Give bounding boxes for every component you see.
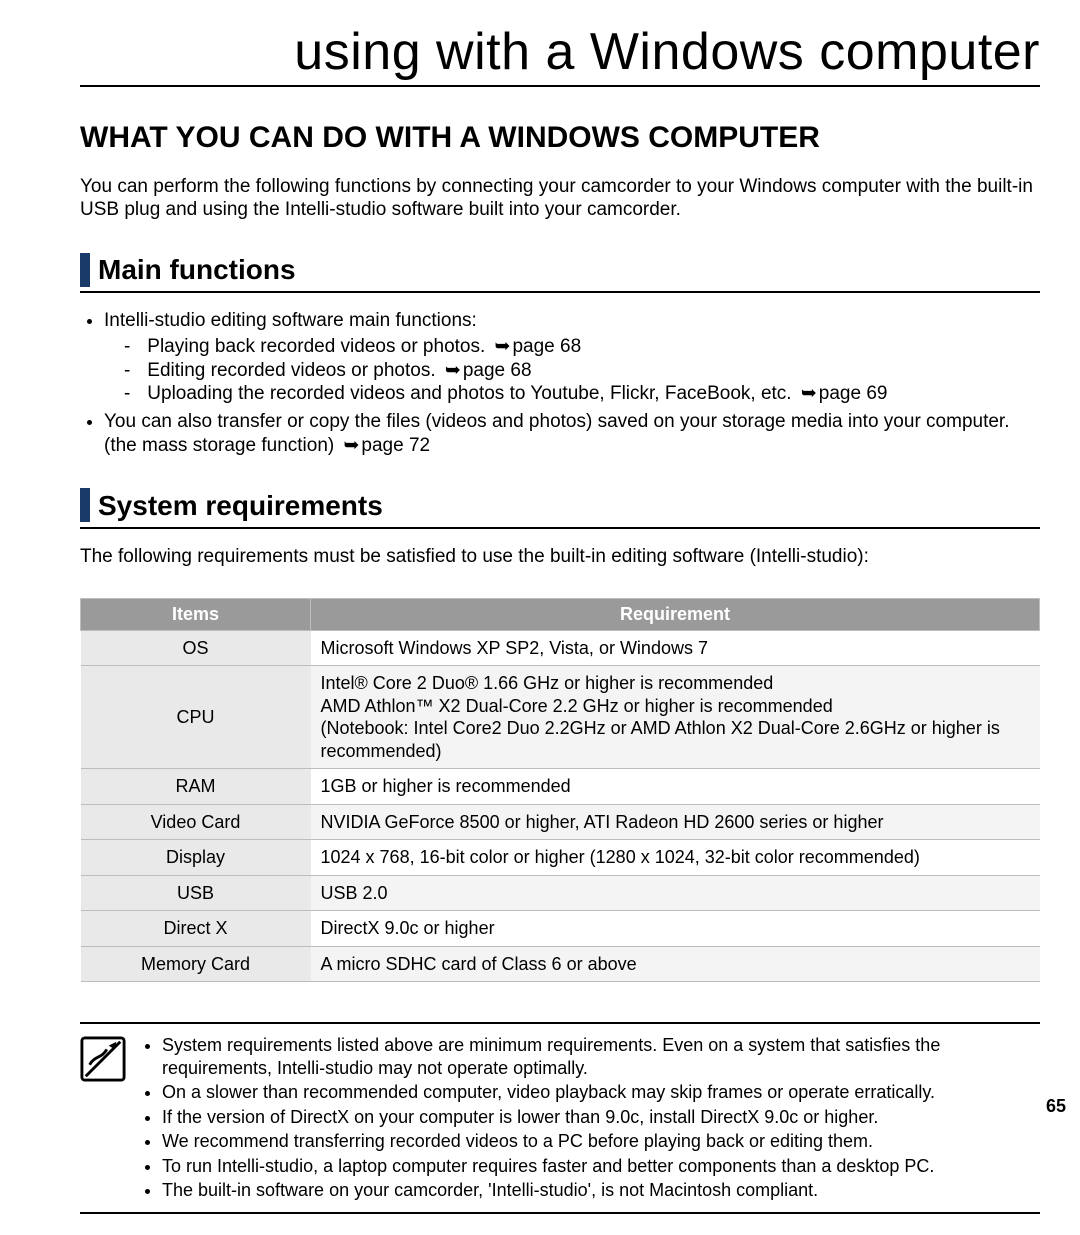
notes-list: System requirements listed above are min…	[142, 1032, 1040, 1204]
note-item: System requirements listed above are min…	[162, 1034, 1040, 1079]
table-row: Memory CardA micro SDHC card of Class 6 …	[81, 946, 1040, 982]
page-ref: page 68	[441, 360, 532, 381]
table-row: OSMicrosoft Windows XP SP2, Vista, or Wi…	[81, 630, 1040, 666]
list-item: Intelli-studio editing software main fun…	[104, 309, 1040, 406]
table-cell-item: Video Card	[81, 804, 311, 840]
col-header-requirement: Requirement	[311, 599, 1040, 631]
table-cell-item: USB	[81, 875, 311, 911]
section-intro: You can perform the following functions …	[80, 175, 1040, 223]
table-cell-requirement: 1GB or higher is recommended	[311, 769, 1040, 805]
table-cell-requirement: A micro SDHC card of Class 6 or above	[311, 946, 1040, 982]
table-cell-requirement: 1024 x 768, 16-bit color or higher (1280…	[311, 840, 1040, 876]
manual-page: using with a Windows computer WHAT YOU C…	[0, 0, 1080, 1235]
subheading-label: System requirements	[98, 488, 383, 523]
table-cell-requirement: USB 2.0	[311, 875, 1040, 911]
table-header-row: Items Requirement	[81, 599, 1040, 631]
heading-bar-icon	[80, 488, 90, 522]
list-item: Playing back recorded videos or photos. …	[124, 335, 1040, 359]
list-item-text: Intelli-studio editing software main fun…	[104, 310, 477, 331]
list-item: Editing recorded videos or photos. page …	[124, 359, 1040, 383]
requirements-table: Items Requirement OSMicrosoft Windows XP…	[80, 598, 1040, 982]
page-ref: page 68	[491, 336, 582, 357]
table-row: RAM1GB or higher is recommended	[81, 769, 1040, 805]
table-row: Display1024 x 768, 16-bit color or highe…	[81, 840, 1040, 876]
note-item: On a slower than recommended computer, v…	[162, 1081, 1040, 1104]
table-cell-item: CPU	[81, 666, 311, 769]
note-item: If the version of DirectX on your comput…	[162, 1106, 1040, 1129]
table-cell-requirement: NVIDIA GeForce 8500 or higher, ATI Radeo…	[311, 804, 1040, 840]
list-item-text: Playing back recorded videos or photos.	[147, 336, 485, 357]
table-cell-item: Direct X	[81, 911, 311, 947]
page-ref: page 72	[340, 435, 431, 456]
table-cell-requirement: Microsoft Windows XP SP2, Vista, or Wind…	[311, 630, 1040, 666]
table-row: Video CardNVIDIA GeForce 8500 or higher,…	[81, 804, 1040, 840]
table-cell-item: Display	[81, 840, 311, 876]
note-item: We recommend transferring recorded video…	[162, 1130, 1040, 1153]
subheading-label: Main functions	[98, 252, 296, 287]
chapter-title: using with a Windows computer	[80, 20, 1040, 87]
table-cell-requirement: DirectX 9.0c or higher	[311, 911, 1040, 947]
table-cell-item: OS	[81, 630, 311, 666]
subheading-main-functions: Main functions	[80, 252, 1040, 293]
table-row: USBUSB 2.0	[81, 875, 1040, 911]
note-item: The built-in software on your camcorder,…	[162, 1179, 1040, 1202]
page-ref: page 69	[797, 383, 888, 404]
list-item-text: You can also transfer or copy the files …	[104, 411, 1009, 456]
list-item: Uploading the recorded videos and photos…	[124, 382, 1040, 406]
table-cell-item: Memory Card	[81, 946, 311, 982]
col-header-items: Items	[81, 599, 311, 631]
table-cell-requirement: Intel® Core 2 Duo® 1.66 GHz or higher is…	[311, 666, 1040, 769]
list-item: You can also transfer or copy the files …	[104, 410, 1040, 458]
requirements-tbody: OSMicrosoft Windows XP SP2, Vista, or Wi…	[81, 630, 1040, 982]
sysreq-intro: The following requirements must be satis…	[80, 545, 1040, 569]
list-item-text: Editing recorded videos or photos.	[147, 360, 435, 381]
section-title: WHAT YOU CAN DO WITH A WINDOWS COMPUTER	[80, 119, 1040, 157]
subheading-system-requirements: System requirements	[80, 488, 1040, 529]
table-cell-item: RAM	[81, 769, 311, 805]
note-icon	[80, 1036, 126, 1082]
table-row: Direct XDirectX 9.0c or higher	[81, 911, 1040, 947]
page-number: 65	[1046, 1095, 1066, 1118]
heading-bar-icon	[80, 253, 90, 287]
main-functions-content: Intelli-studio editing software main fun…	[80, 309, 1040, 458]
list-item-text: Uploading the recorded videos and photos…	[147, 383, 791, 404]
table-row: CPUIntel® Core 2 Duo® 1.66 GHz or higher…	[81, 666, 1040, 769]
note-item: To run Intelli-studio, a laptop computer…	[162, 1155, 1040, 1178]
notes-box: System requirements listed above are min…	[80, 1022, 1040, 1214]
